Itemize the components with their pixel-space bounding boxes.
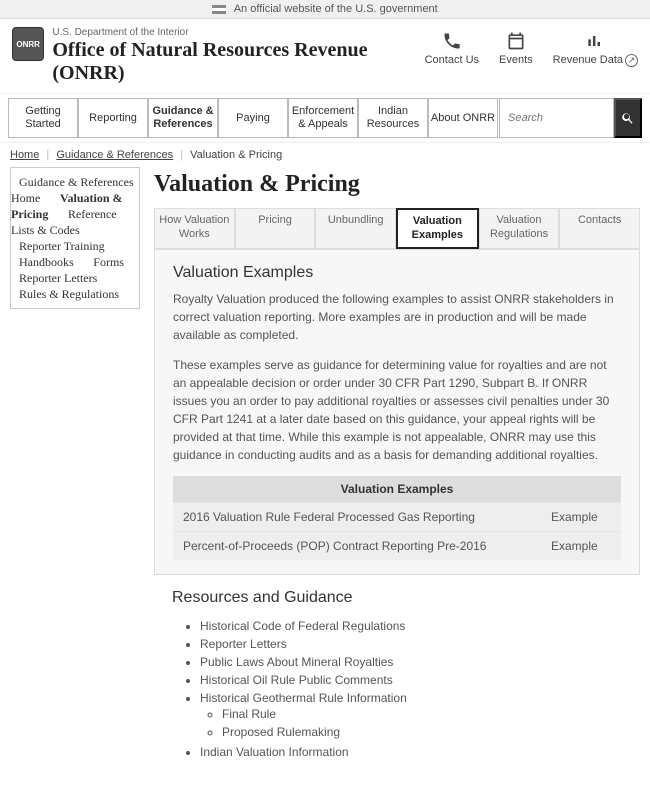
list-item: Proposed Rulemaking: [222, 723, 622, 741]
breadcrumb: Home | Guidance & References | Valuation…: [0, 143, 650, 167]
search-icon: [621, 111, 635, 125]
nav-reporting[interactable]: Reporting: [78, 98, 148, 138]
dept-name: U.S. Department of the Interior: [52, 27, 424, 38]
resources-heading: Resources and Guidance: [172, 589, 622, 607]
search-form: [499, 98, 642, 138]
content-tabs: How Valuation Works Pricing Unbundling V…: [154, 208, 640, 248]
list-item: Final Rule: [222, 705, 622, 723]
example-link[interactable]: Example: [551, 539, 598, 553]
nav-indian-resources[interactable]: Indian Resources: [358, 98, 428, 138]
panel-intro-1: Royalty Valuation produced the following…: [173, 290, 621, 344]
header-left: ONRR U.S. Department of the Interior Off…: [12, 27, 425, 85]
header-right: Contact Us Events Revenue Data↗: [425, 27, 638, 67]
example-title: Percent-of-Proceeds (POP) Contract Repor…: [173, 531, 541, 560]
crumb-guidance[interactable]: Guidance & References: [56, 149, 173, 161]
header-titles: U.S. Department of the Interior Office o…: [52, 27, 424, 85]
tab-unbundling[interactable]: Unbundling: [315, 208, 396, 248]
table-header: Valuation Examples: [173, 476, 621, 503]
contact-us-label: Contact Us: [425, 54, 479, 66]
examples-table: Valuation Examples 2016 Valuation Rule F…: [173, 476, 621, 560]
main-content: Valuation & Pricing How Valuation Works …: [154, 167, 640, 774]
tab-how-valuation-works[interactable]: How Valuation Works: [154, 208, 235, 248]
list-item: Historical Oil Rule Public Comments: [200, 671, 622, 689]
events-link[interactable]: Events: [499, 31, 533, 66]
sidebar-item-rules-regulations[interactable]: Rules & Regulations: [11, 283, 127, 305]
nav-guidance-references[interactable]: Guidance & References: [148, 98, 218, 138]
tab-valuation-regulations[interactable]: Valuation Regulations: [479, 208, 560, 248]
top-nav: Getting Started Reporting Guidance & Ref…: [0, 94, 650, 143]
gov-banner-text: An official website of the U.S. governme…: [234, 3, 438, 15]
site-header: ONRR U.S. Department of the Interior Off…: [0, 19, 650, 94]
search-button[interactable]: [614, 98, 642, 138]
list-item: Historical Geothermal Rule Information F…: [200, 689, 622, 743]
page-title: Valuation & Pricing: [154, 171, 640, 198]
list-item: Public Laws About Mineral Royalties: [200, 653, 622, 671]
resources-list: Historical Code of Federal Regulations R…: [172, 617, 622, 761]
phone-icon: [442, 31, 462, 51]
nav-getting-started[interactable]: Getting Started: [8, 98, 78, 138]
events-label: Events: [499, 54, 533, 66]
nav-enforcement-appeals[interactable]: Enforcement & Appeals: [288, 98, 358, 138]
flag-icon: [212, 5, 226, 14]
table-row: 2016 Valuation Rule Federal Processed Ga…: [173, 502, 621, 531]
top-nav-items: Getting Started Reporting Guidance & Ref…: [8, 98, 498, 138]
search-input[interactable]: [499, 98, 614, 138]
example-title: 2016 Valuation Rule Federal Processed Ga…: [173, 502, 541, 531]
calendar-icon: [506, 31, 526, 51]
list-item: Historical Code of Federal Regulations: [200, 617, 622, 635]
table-row: Percent-of-Proceeds (POP) Contract Repor…: [173, 531, 621, 560]
crumb-home[interactable]: Home: [10, 149, 39, 161]
sub-list: Final Rule Proposed Rulemaking: [200, 705, 622, 741]
valuation-examples-panel: Valuation Examples Royalty Valuation pro…: [154, 249, 640, 575]
gov-banner: An official website of the U.S. governme…: [0, 0, 650, 19]
contact-us-link[interactable]: Contact Us: [425, 31, 479, 66]
sidebar: Guidance & References Home Valuation & P…: [10, 167, 140, 309]
page-layout: Guidance & References Home Valuation & P…: [0, 167, 650, 784]
list-item: Indian Valuation Information: [200, 743, 622, 761]
revenue-data-label: Revenue Data: [553, 54, 623, 66]
example-link[interactable]: Example: [551, 510, 598, 524]
revenue-data-link[interactable]: Revenue Data↗: [553, 31, 638, 67]
tab-pricing[interactable]: Pricing: [235, 208, 316, 248]
bars-icon: [585, 31, 605, 51]
resources-section: Resources and Guidance Historical Code o…: [154, 575, 640, 775]
panel-intro-2: These examples serve as guidance for det…: [173, 356, 621, 464]
crumb-current: Valuation & Pricing: [190, 149, 282, 161]
nav-about-onrr[interactable]: About ONRR: [428, 98, 498, 138]
external-link-icon: ↗: [625, 54, 638, 67]
site-name[interactable]: Office of Natural Resources Revenue (ONR…: [52, 39, 424, 85]
nav-paying[interactable]: Paying: [218, 98, 288, 138]
list-item: Reporter Letters: [200, 635, 622, 653]
tab-contacts[interactable]: Contacts: [559, 208, 640, 248]
tab-valuation-examples[interactable]: Valuation Examples: [396, 208, 479, 248]
panel-heading: Valuation Examples: [173, 264, 621, 282]
onrr-logo[interactable]: ONRR: [12, 27, 44, 61]
